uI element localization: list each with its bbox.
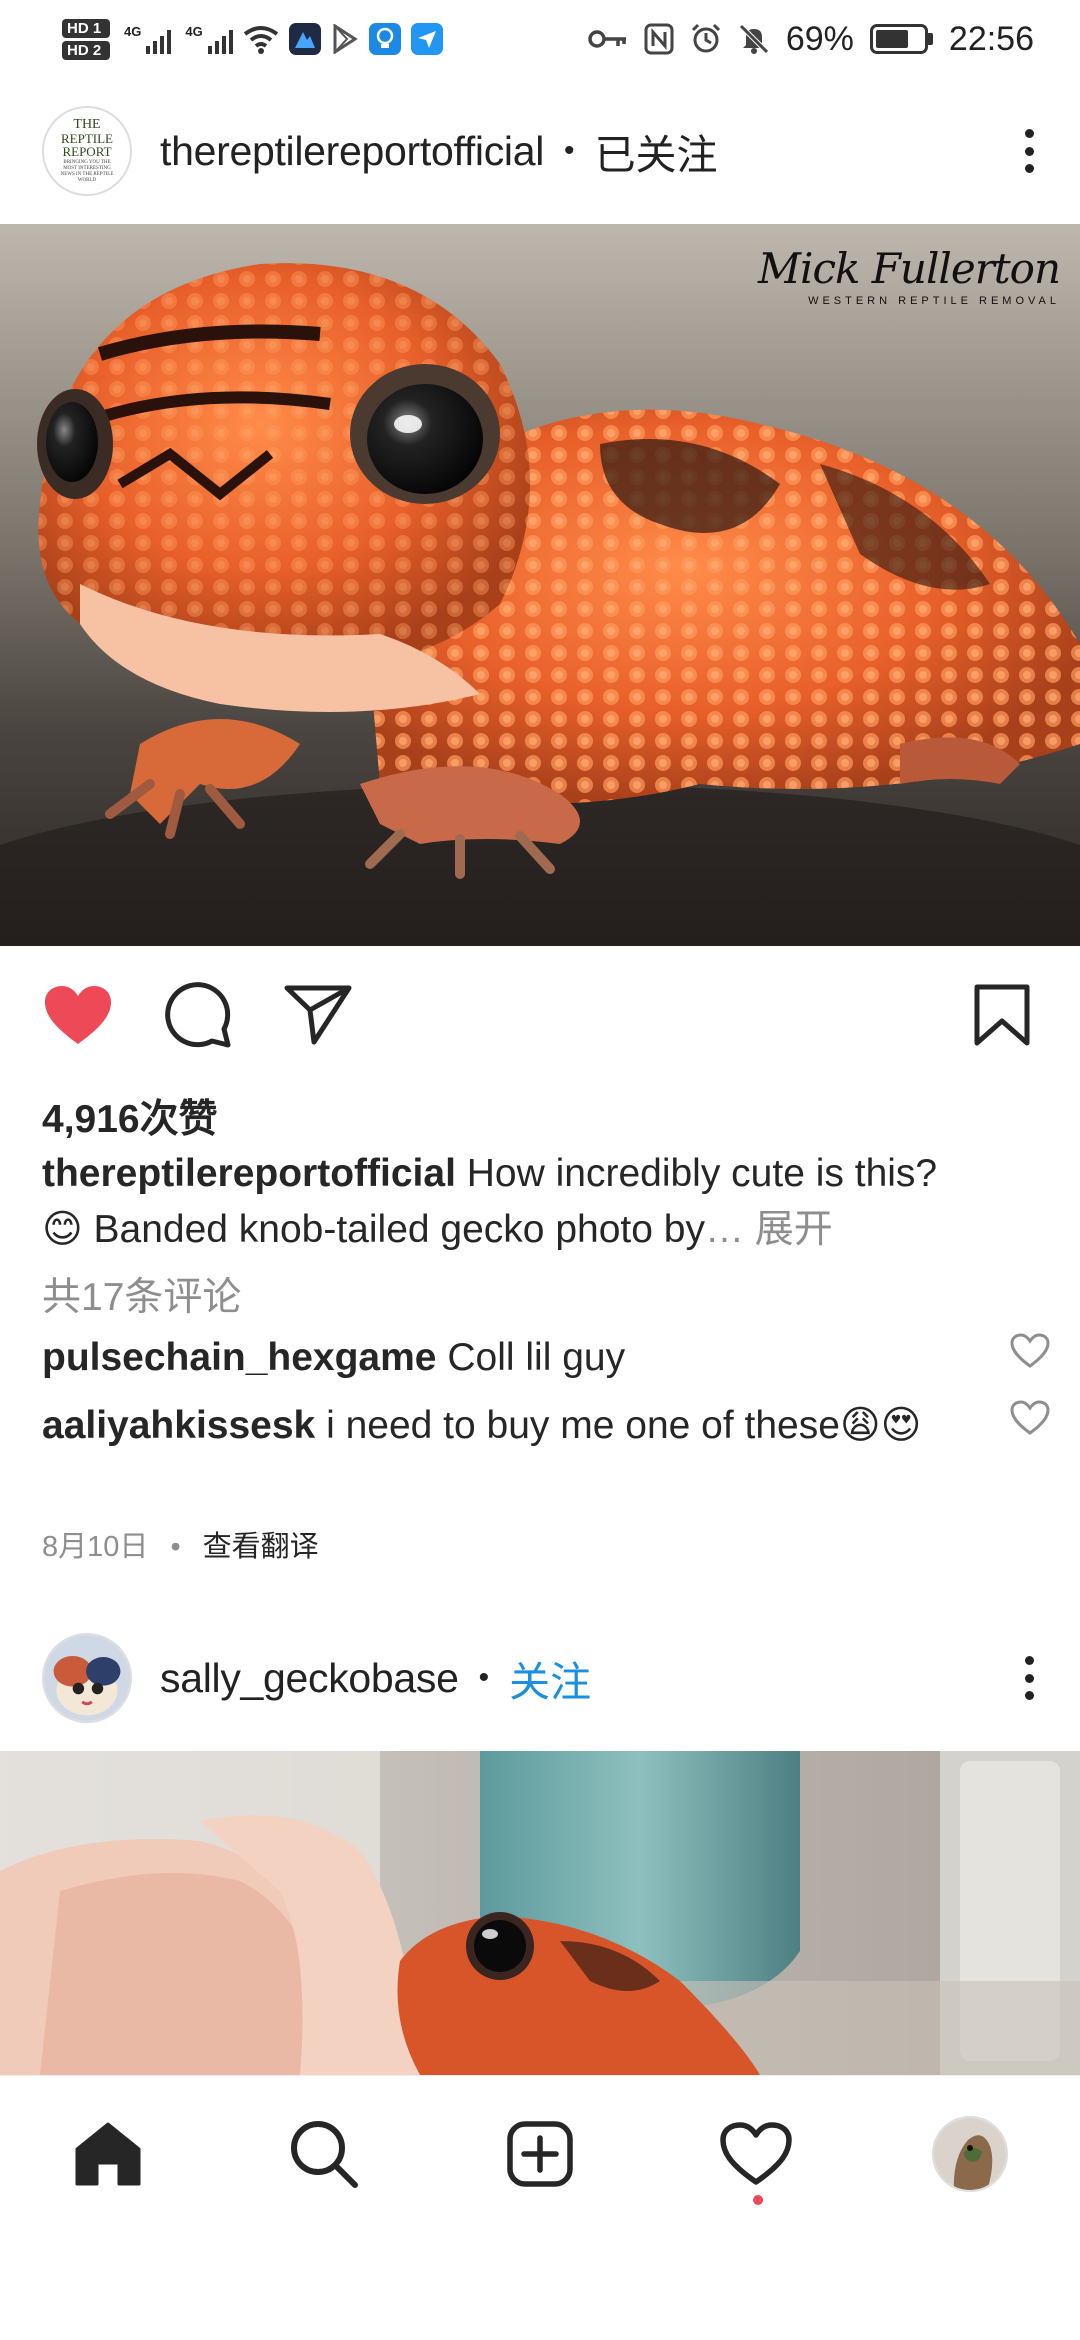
key-icon <box>588 30 626 48</box>
caption-text-line2: 😊 Banded knob-tailed gecko photo by <box>42 1208 705 1251</box>
status-left: HD 1 HD 2 4G 4G <box>62 18 443 60</box>
reptile-report-logo: THE REPTILE REPORT BRINGING YOU THE MOST… <box>44 108 130 194</box>
battery-icon <box>869 24 933 54</box>
caption-ellipsis: … <box>704 1208 744 1251</box>
battery-percent: 69% <box>785 19 854 58</box>
app-icon-dark <box>288 23 321 55</box>
hd1-badge: HD 1 <box>62 18 110 38</box>
see-translation-link[interactable]: 查看翻译 <box>203 1531 319 1563</box>
gecko-avatar-image <box>44 1635 130 1721</box>
comment-button[interactable] <box>162 980 234 1050</box>
more-options-icon[interactable] <box>1014 121 1044 181</box>
comment-item: pulsechain_hexgame Coll lil guy <box>42 1330 992 1386</box>
separator-dot: • <box>478 1661 490 1694</box>
mute-icon <box>739 24 769 54</box>
caption-username[interactable]: thereptilereportofficial <box>42 1152 456 1195</box>
heart-filled-icon <box>45 986 111 1044</box>
watermark-name: Mick Fullerton <box>758 244 1061 293</box>
post-header: THE REPTILE REPORT BRINGING YOU THE MOST… <box>0 78 1080 224</box>
post-date: 8月10日 <box>42 1531 149 1563</box>
follow-button[interactable]: 关注 <box>509 1648 591 1708</box>
post-header: sally_geckobase • 关注 <box>0 1605 1080 1751</box>
comment-username[interactable]: aaliyahkissesk <box>42 1404 315 1447</box>
nav-profile[interactable] <box>932 2116 1008 2192</box>
following-status[interactable]: 已关注 <box>595 121 718 181</box>
system-gesture-area <box>0 2225 1080 2340</box>
status-bar: HD 1 HD 2 4G 4G 69% 22:56 <box>0 0 1080 78</box>
comment-like-heart-icon[interactable] <box>1010 1400 1050 1436</box>
play-store-icon <box>333 24 358 54</box>
comment-like-heart-icon[interactable] <box>1010 1333 1050 1369</box>
bookmark-icon <box>974 984 1030 1046</box>
gecko-photo <box>0 224 1080 946</box>
like-button[interactable] <box>42 980 114 1050</box>
hd-badges: HD 1 HD 2 <box>62 18 110 60</box>
alarm-icon <box>691 23 720 53</box>
comment-item: aaliyahkissesk i need to buy me one of t… <box>42 1398 992 1454</box>
save-button[interactable] <box>966 980 1038 1050</box>
signal-2-icon: 4G <box>185 24 233 54</box>
home-icon <box>75 2122 141 2186</box>
comment-text: Coll lil guy <box>447 1336 626 1379</box>
send-icon <box>284 985 352 1045</box>
more-options-icon[interactable] <box>1014 1648 1044 1708</box>
post-username[interactable]: sally_geckobase <box>160 1655 459 1702</box>
post-avatar[interactable] <box>42 1633 132 1723</box>
wifi-icon <box>243 26 278 54</box>
post-avatar[interactable]: THE REPTILE REPORT BRINGING YOU THE MOST… <box>42 106 132 196</box>
caption-text-line1: How incredibly cute is this? <box>466 1152 938 1195</box>
instagram-feed-screen: HD 1 HD 2 4G 4G 69% 22:56 THE REPTILE RE… <box>0 0 1080 2340</box>
bulb-app-icon <box>368 23 401 55</box>
bottom-navigation <box>0 2075 1080 2225</box>
post-image[interactable]: Mick Fullerton WESTERN REPTILE REMOVAL <box>0 224 1080 946</box>
post-actions <box>0 946 1080 1080</box>
caption-more-button[interactable]: 展开 <box>755 1208 833 1251</box>
hd2-badge: HD 2 <box>62 40 110 60</box>
post-username[interactable]: thereptilereportofficial <box>160 128 544 175</box>
likes-count[interactable]: 4,916次赞 <box>42 1088 1042 1144</box>
separator-dot: • <box>564 134 575 167</box>
mail-app-icon <box>410 23 443 55</box>
nfc-icon <box>644 23 674 55</box>
post-image[interactable] <box>0 1751 1080 2075</box>
status-right: 69% 22:56 <box>588 20 1034 59</box>
gecko-on-finger-photo <box>0 1751 1080 2075</box>
date-separator: • <box>170 1531 181 1563</box>
search-icon <box>291 2121 358 2188</box>
view-all-comments-link[interactable]: 共17条评论 <box>42 1266 1042 1322</box>
create-icon <box>507 2121 573 2187</box>
comment-text: i need to buy me one of these😩😍 <box>326 1404 922 1447</box>
signal-1-icon: 4G <box>124 24 172 54</box>
profile-avatar <box>932 2116 1008 2192</box>
comment-username[interactable]: pulsechain_hexgame <box>42 1336 437 1379</box>
post-caption: thereptilereportofficial How incredibly … <box>42 1146 1042 1258</box>
nav-home[interactable] <box>70 2116 146 2192</box>
network-1-label: 4G <box>124 24 142 39</box>
network-2-label: 4G <box>185 24 203 39</box>
activity-notification-dot <box>753 2195 763 2205</box>
nav-create[interactable] <box>502 2116 578 2192</box>
comment-icon <box>165 982 231 1048</box>
share-button[interactable] <box>282 980 354 1050</box>
nav-search[interactable] <box>286 2116 362 2192</box>
clock: 22:56 <box>948 19 1034 58</box>
activity-heart-icon <box>720 2122 792 2185</box>
watermark-subtitle: WESTERN REPTILE REMOVAL <box>808 295 1060 307</box>
photo-watermark: Mick Fullerton WESTERN REPTILE REMOVAL <box>758 244 1061 307</box>
post-date-row: 8月10日 • 查看翻译 <box>42 1523 1042 1565</box>
nav-activity[interactable] <box>718 2116 794 2192</box>
